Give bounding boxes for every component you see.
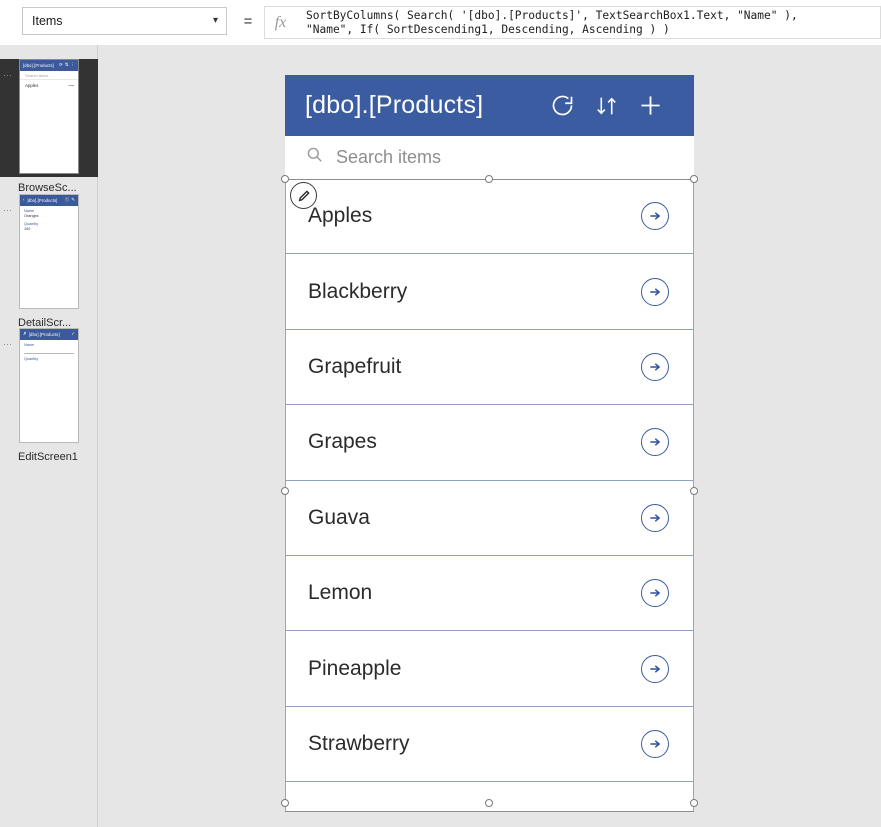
- gallery-row-label: Strawberry: [308, 731, 410, 755]
- app-preview-frame: [dbo].[Products] Search items Apples Bla…: [281, 75, 698, 812]
- mini-header: [dbo].[Products] ⟳ ⇅ ⋮: [20, 60, 78, 71]
- gallery-row[interactable]: Blackberry: [286, 254, 693, 330]
- back-chevron-icon: ‹: [23, 197, 25, 203]
- screen-entry-edit[interactable]: ⋯ ✗ [dbo].[Products] ✓ Name Quantity Edi…: [0, 328, 98, 463]
- resize-handle-middle-right[interactable]: [690, 487, 698, 495]
- arrow-right-circle-icon[interactable]: [641, 654, 669, 683]
- plus-icon: ⋮: [70, 62, 76, 68]
- resize-handle-top-left[interactable]: [281, 175, 289, 183]
- gallery-row[interactable]: Pineapple: [286, 631, 693, 707]
- resize-handle-top-center[interactable]: [485, 175, 493, 183]
- pencil-icon: ✗: [23, 331, 27, 337]
- resize-handle-bottom-right[interactable]: [690, 799, 698, 807]
- drag-handle-icon[interactable]: ⋯: [3, 194, 19, 215]
- mini-search: Search items: [20, 71, 78, 80]
- resize-handle-bottom-left[interactable]: [281, 799, 289, 807]
- screen-entry-browse[interactable]: ⋯ [dbo].[Products] ⟳ ⇅ ⋮ Search items Ap…: [0, 59, 98, 194]
- gallery-row-label: Pineapple: [308, 656, 402, 680]
- screen-thumbnail-detail[interactable]: ‹ [dbo].[Products] ⓣ ✎ Name Oranges Quan…: [19, 194, 79, 309]
- formula-line-1: SortByColumns( Search( '[dbo].[Products]…: [306, 9, 798, 22]
- gallery-row[interactable]: Guava: [286, 480, 693, 556]
- property-select-value: Items: [32, 14, 63, 28]
- arrow-right-circle-icon[interactable]: [641, 277, 669, 306]
- screen-label-browse: BrowseSc...: [18, 182, 77, 194]
- fx-icon: fx: [264, 6, 296, 39]
- drag-handle-icon[interactable]: ⋯: [3, 59, 19, 80]
- screen-label-edit: EditScreen1: [18, 451, 78, 463]
- mini-list-item: Apples ⟶: [20, 80, 78, 88]
- gallery-list[interactable]: Apples Blackberry Grapefruit Grapes Guav…: [285, 179, 694, 811]
- screen-entry-detail[interactable]: ⋯ ‹ [dbo].[Products] ⓣ ✎ Name Oranges Qu…: [0, 194, 98, 329]
- search-input[interactable]: Search items: [336, 147, 441, 168]
- mini-field: Name Oranges: [20, 206, 78, 219]
- mini-field-value: 100: [24, 227, 31, 231]
- mini-field: Name: [20, 340, 78, 348]
- screen-thumbnail-edit[interactable]: ✗ [dbo].[Products] ✓ Name Quantity: [19, 328, 79, 443]
- gallery-row-label: Guava: [308, 505, 370, 529]
- arrow-right-circle-icon[interactable]: [641, 428, 669, 457]
- search-icon: [305, 145, 324, 169]
- formula-bar: Items ▾ = fx SortByColumns( Search( '[db…: [0, 0, 881, 46]
- trash-icon: ⓣ: [64, 197, 70, 203]
- resize-handle-top-right[interactable]: [690, 175, 698, 183]
- app-header: [dbo].[Products]: [285, 75, 694, 136]
- sort-arrows-icon: ⇅: [64, 62, 69, 68]
- gallery-row-label: Apples: [308, 204, 373, 228]
- selection-outline-bottom: [285, 811, 694, 812]
- screen-thumbnail-rail: ⋯ [dbo].[Products] ⟳ ⇅ ⋮ Search items Ap…: [0, 45, 98, 827]
- gallery-row[interactable]: Lemon: [286, 555, 693, 632]
- gallery-row[interactable]: Strawberry: [286, 706, 693, 783]
- arrow-right-circle-icon[interactable]: [641, 503, 669, 532]
- gallery-row[interactable]: Grapefruit: [286, 329, 693, 406]
- gallery-row-label: Lemon: [308, 581, 373, 605]
- mini-title: [dbo].[Products]: [23, 63, 54, 68]
- arrow-right-circle-icon[interactable]: [641, 352, 669, 381]
- equals-sign: =: [243, 12, 253, 30]
- mini-field-label: Quantity: [24, 357, 39, 361]
- gallery-row[interactable]: Apples: [286, 179, 693, 255]
- refresh-icon: ⟳: [58, 62, 63, 68]
- mini-header: ✗ [dbo].[Products] ✓: [20, 329, 78, 340]
- mini-field-label: Name: [24, 343, 35, 347]
- formula-input[interactable]: SortByColumns( Search( '[dbo].[Products]…: [296, 6, 881, 39]
- mini-title: [dbo].[Products]: [28, 332, 60, 337]
- gallery-row-label: Grapefruit: [308, 354, 402, 378]
- sort-arrows-icon[interactable]: [584, 84, 628, 128]
- screen-thumbnail-browse[interactable]: [dbo].[Products] ⟳ ⇅ ⋮ Search items Appl…: [19, 59, 79, 174]
- resize-handle-bottom-center[interactable]: [485, 799, 493, 807]
- mini-item-label: Apples: [25, 83, 39, 88]
- search-bar[interactable]: Search items: [285, 136, 694, 179]
- arrow-right-circle-icon: ⟶: [68, 83, 74, 88]
- property-select[interactable]: Items ▾: [22, 7, 227, 35]
- mini-header: ‹ [dbo].[Products] ⓣ ✎: [20, 195, 78, 206]
- fx-label: fx: [274, 13, 287, 31]
- gallery-row-label: Blackberry: [308, 279, 408, 303]
- formula-line-2: "Name", If( SortDescending1, Descending,…: [306, 22, 670, 36]
- refresh-icon[interactable]: [540, 84, 584, 128]
- design-canvas[interactable]: [dbo].[Products] Search items Apples Bla…: [98, 45, 881, 827]
- check-icon: ✓: [71, 331, 75, 337]
- gallery-row[interactable]: Grapes: [286, 405, 693, 481]
- pencil-icon: ✎: [71, 197, 75, 203]
- drag-handle-icon[interactable]: ⋯: [3, 328, 19, 349]
- chevron-down-icon: ▾: [212, 15, 218, 26]
- resize-handle-middle-left[interactable]: [281, 487, 289, 495]
- pencil-icon[interactable]: [290, 182, 317, 209]
- arrow-right-circle-icon[interactable]: [641, 729, 669, 758]
- app-title: [dbo].[Products]: [305, 91, 484, 119]
- gallery-row-label: Grapes: [308, 430, 377, 454]
- mini-field: Quantity 100: [20, 219, 78, 232]
- mini-field: Quantity: [20, 354, 78, 362]
- arrow-right-circle-icon[interactable]: [641, 579, 669, 608]
- mini-title: [dbo].[Products]: [26, 198, 58, 203]
- arrow-right-circle-icon[interactable]: [641, 202, 669, 231]
- plus-icon[interactable]: [628, 84, 672, 128]
